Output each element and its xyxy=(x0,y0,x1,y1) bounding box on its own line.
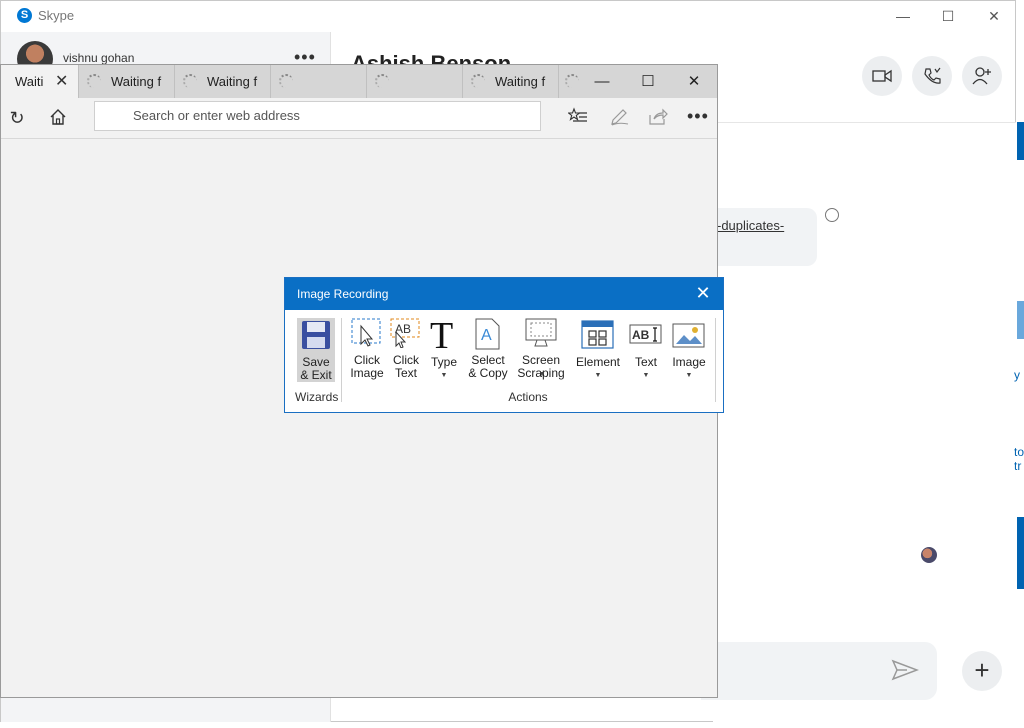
tab[interactable]: Waiting f xyxy=(79,65,175,98)
dropdown-caret-icon: ▼ xyxy=(594,372,602,379)
skype-window-title: Skype xyxy=(38,8,75,23)
emoji-icon[interactable] xyxy=(825,208,839,222)
group-separator xyxy=(715,318,716,402)
save-exit-button[interactable]: Save & Exit xyxy=(297,316,335,382)
edge-panel-light xyxy=(1017,301,1024,339)
skype-logo-icon: S xyxy=(17,8,32,23)
edge-text: tr xyxy=(1014,459,1022,473)
message-link[interactable]: -duplicates- xyxy=(717,218,784,233)
dropdown-caret-icon: ▼ xyxy=(642,372,650,379)
loading-spinner-icon xyxy=(471,74,485,88)
click-text-icon: AB xyxy=(390,318,420,348)
recorder-title: Image Recording xyxy=(297,287,389,301)
loading-spinner-icon xyxy=(279,74,293,88)
tab[interactable]: Waiting f xyxy=(175,65,271,98)
wizards-group-label: Wizards xyxy=(295,390,339,404)
home-icon[interactable] xyxy=(49,108,67,126)
text-label: Text xyxy=(634,355,657,369)
favorites-icon[interactable] xyxy=(568,107,588,125)
loading-spinner-icon xyxy=(375,74,389,88)
screen-scraping-button[interactable]: Screen Scraping ▼ xyxy=(511,316,571,382)
add-people-button[interactable] xyxy=(962,56,1002,96)
minimize-icon[interactable]: — xyxy=(880,1,926,31)
recorder-titlebar: Image Recording ✕ xyxy=(285,278,723,310)
phone-icon xyxy=(924,67,941,84)
select-copy-button[interactable]: A Select & Copy xyxy=(465,316,511,382)
close-icon[interactable]: ✕ xyxy=(693,283,713,304)
type-button[interactable]: T Type ▼ xyxy=(425,316,463,382)
video-call-button[interactable] xyxy=(862,56,902,96)
actions-group-label: Actions xyxy=(508,390,548,404)
element-icon xyxy=(581,320,614,349)
image-recording-toolbar: Image Recording ✕ Save & Exit Click Image … xyxy=(284,277,724,413)
add-person-icon xyxy=(972,67,991,85)
edge-panel-blue xyxy=(1017,122,1024,160)
edge-text: to xyxy=(1014,445,1024,459)
text-button[interactable]: AB Text ▼ xyxy=(625,316,667,382)
message-bubble xyxy=(709,208,817,266)
video-camera-icon xyxy=(872,69,892,83)
type-icon: T xyxy=(430,316,453,350)
more-icon[interactable]: ••• xyxy=(687,106,709,127)
tab-label: Waiting f xyxy=(495,74,546,89)
floppy-disk-icon xyxy=(302,321,330,349)
save-exit-label: Save & Exit xyxy=(300,355,332,382)
maximize-icon[interactable]: ☐ xyxy=(925,1,971,31)
image-button[interactable]: Image ▼ xyxy=(667,316,711,382)
address-bar[interactable]: Search or enter web address xyxy=(94,101,541,131)
tab-close-icon[interactable]: ✕ xyxy=(55,71,68,91)
navigation-bar: ↻ Search or enter web address ••• xyxy=(1,98,717,139)
click-image-icon xyxy=(351,318,381,347)
dropdown-caret-icon: ▼ xyxy=(440,372,448,379)
share-icon[interactable] xyxy=(648,107,668,127)
send-icon[interactable] xyxy=(891,658,919,682)
skype-titlebar: S Skype — ☐ ✕ xyxy=(1,1,1015,31)
address-placeholder: Search or enter web address xyxy=(133,108,300,123)
click-image-label: Click Image xyxy=(350,353,384,380)
svg-text:T: T xyxy=(430,316,453,350)
tab[interactable] xyxy=(271,65,367,98)
text-field-icon: AB xyxy=(629,324,662,344)
edge-text: y xyxy=(1014,368,1020,382)
tab-label: Waiting f xyxy=(207,74,258,89)
element-button[interactable]: Element ▼ xyxy=(573,316,623,382)
monitor-icon xyxy=(525,318,557,347)
dropdown-caret-icon: ▼ xyxy=(538,371,546,378)
pen-icon[interactable] xyxy=(609,107,629,127)
loading-spinner-icon xyxy=(87,74,101,88)
loading-spinner-icon xyxy=(565,74,579,88)
edge-panel-blue xyxy=(1017,517,1024,589)
tab[interactable]: Waiting f xyxy=(463,65,559,98)
svg-text:AB: AB xyxy=(632,328,650,342)
image-icon xyxy=(672,323,705,348)
tab[interactable]: Waiti ✕ xyxy=(1,65,79,98)
tab-bar: Waiti ✕ Waiting f Waiting f Waiting f — xyxy=(1,65,717,98)
dropdown-caret-icon: ▼ xyxy=(685,372,693,379)
click-text-label: Click Text xyxy=(393,353,419,380)
tab-label: Waiti xyxy=(15,74,44,89)
tab[interactable] xyxy=(559,65,581,98)
group-separator xyxy=(341,318,342,402)
tab[interactable] xyxy=(367,65,463,98)
audio-call-button[interactable] xyxy=(912,56,952,96)
click-image-button[interactable]: Click Image xyxy=(347,316,387,382)
image-label: Image xyxy=(672,355,706,369)
close-icon[interactable]: ✕ xyxy=(971,1,1017,31)
username[interactable]: vishnu gohan xyxy=(63,51,134,65)
add-content-button[interactable]: + xyxy=(962,651,1002,691)
tab-label: Waiting f xyxy=(111,74,162,89)
read-receipt-avatar xyxy=(921,547,937,563)
click-text-button[interactable]: AB Click Text xyxy=(387,316,425,382)
close-icon[interactable]: ✕ xyxy=(671,65,717,98)
minimize-icon[interactable]: — xyxy=(579,65,625,98)
refresh-icon[interactable]: ↻ xyxy=(7,108,27,128)
type-label: Type xyxy=(430,355,457,369)
loading-spinner-icon xyxy=(183,74,197,88)
select-copy-label: Select & Copy xyxy=(468,353,508,380)
document-icon: A xyxy=(475,318,500,350)
svg-text:A: A xyxy=(481,327,492,344)
element-label: Element xyxy=(575,355,621,369)
maximize-icon[interactable]: ☐ xyxy=(625,65,671,98)
